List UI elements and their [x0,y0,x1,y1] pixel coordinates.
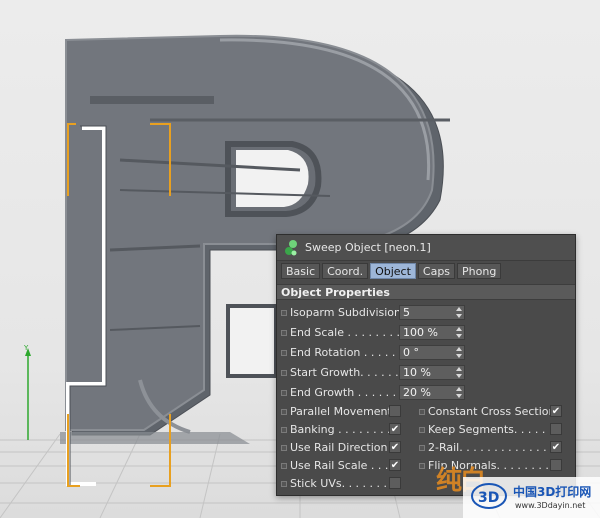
keep-segments-checkbox[interactable] [550,423,562,435]
end-growth-input[interactable]: 20 % [399,385,465,400]
animation-keyframe-dot[interactable] [281,370,287,376]
attribute-manager-panel: Sweep Object [neon.1] Basic Coord. Objec… [276,234,576,496]
use-rail-direction-row: Use Rail Direction [281,440,411,456]
animation-keyframe-dot[interactable] [419,427,425,433]
constant-cross-section-checkbox[interactable] [550,405,562,417]
sweep-object-icon [285,240,297,256]
field-label: End Scale . . . . . . . . . [290,326,407,339]
parallel-movement-checkbox[interactable] [389,405,401,417]
field-value: 5 [403,306,410,319]
checkbox-label: Use Rail Scale . . . . [290,459,396,472]
use-rail-scale-row: Use Rail Scale . . . . [281,458,411,474]
field-value: 20 % [403,386,431,399]
panel-title: Sweep Object [neon.1] [305,241,431,254]
spinner-arrows-icon[interactable] [456,307,462,318]
end-scale-row: End Scale . . . . . . . . . 100 % [281,325,471,341]
two-rail-row: 2-Rail. . . . . . . . . . . . . . [419,440,569,456]
flip-normals-checkbox[interactable] [550,459,562,471]
animation-keyframe-dot[interactable] [419,463,425,469]
checkbox-label: Constant Cross Section [428,405,556,418]
constant-cross-section-row: Constant Cross Section [419,404,569,420]
stick-uvs-checkbox[interactable] [389,477,401,489]
use-rail-scale-checkbox[interactable] [389,459,401,471]
end-rotation-row: End Rotation . . . . . . 0 ° [281,345,471,361]
axis-gizmo [25,348,31,440]
spinner-arrows-icon[interactable] [456,347,462,358]
tab-caps[interactable]: Caps [417,263,456,279]
field-value: 10 % [403,366,431,379]
stick-uvs-row: Stick UVs. . . . . . . . . [281,476,411,492]
end-scale-input[interactable]: 100 % [399,325,465,340]
animation-keyframe-dot[interactable] [281,330,287,336]
checkbox-label: Parallel Movement [290,405,392,418]
field-label: Isoparm Subdivision [290,306,401,319]
watermark: 3D 中国3D打印网 www.3Ddayin.net [463,477,600,518]
animation-keyframe-dot[interactable] [281,463,287,469]
section-header[interactable]: Object Properties [277,284,575,300]
field-value: 0 ° [403,346,419,359]
animation-keyframe-dot[interactable] [419,445,425,451]
start-growth-row: Start Growth. . . . . . . 10 % [281,365,471,381]
start-growth-input[interactable]: 10 % [399,365,465,380]
two-rail-checkbox[interactable] [550,441,562,453]
checkbox-label: Stick UVs. . . . . . . . . [290,477,402,490]
animation-keyframe-dot[interactable] [281,427,287,433]
tab-coord[interactable]: Coord. [322,263,369,279]
spinner-arrows-icon[interactable] [456,327,462,338]
animation-keyframe-dot[interactable] [419,409,425,415]
tab-object[interactable]: Object [370,263,416,279]
field-label: End Growth . . . . . . . [290,386,404,399]
animation-keyframe-dot[interactable] [281,390,287,396]
watermark-site-url: www.3Ddayin.net [515,501,586,510]
field-value: 100 % [403,326,438,339]
animation-keyframe-dot[interactable] [281,409,287,415]
section-title: Object Properties [281,286,390,299]
svg-text:3D: 3D [478,490,499,506]
isoparm-subdivision-row: Isoparm Subdivision 5 [281,305,471,321]
banking-checkbox[interactable] [389,423,401,435]
animation-keyframe-dot[interactable] [281,310,287,316]
tab-basic[interactable]: Basic [281,263,321,279]
isoparm-subdivision-input[interactable]: 5 [399,305,465,320]
axis-y-label: Y [24,344,29,352]
3d-logo-icon: 3D [471,483,507,509]
spinner-arrows-icon[interactable] [456,387,462,398]
field-label: End Rotation . . . . . . [290,346,403,359]
parallel-movement-row: Parallel Movement [281,404,411,420]
keep-segments-row: Keep Segments. . . . . . . [419,422,569,438]
end-growth-row: End Growth . . . . . . . 20 % [281,385,471,401]
checkbox-label: Use Rail Direction [290,441,388,454]
end-rotation-input[interactable]: 0 ° [399,345,465,360]
watermark-site-name: 中国3D打印网 [513,485,592,499]
animation-keyframe-dot[interactable] [281,445,287,451]
tab-phong[interactable]: Phong [457,263,502,279]
checkbox-label: Keep Segments. . . . . . . [428,423,560,436]
tab-bar: Basic Coord. Object Caps Phong [281,263,503,279]
checkbox-label: 2-Rail. . . . . . . . . . . . . . [428,441,554,454]
field-label: Start Growth. . . . . . . [290,366,406,379]
spinner-arrows-icon[interactable] [456,367,462,378]
panel-header: Sweep Object [neon.1] [277,235,575,261]
use-rail-direction-checkbox[interactable] [389,441,401,453]
animation-keyframe-dot[interactable] [281,481,287,487]
checkbox-label: Banking . . . . . . . . . [290,423,398,436]
animation-keyframe-dot[interactable] [281,350,287,356]
banking-row: Banking . . . . . . . . . [281,422,411,438]
